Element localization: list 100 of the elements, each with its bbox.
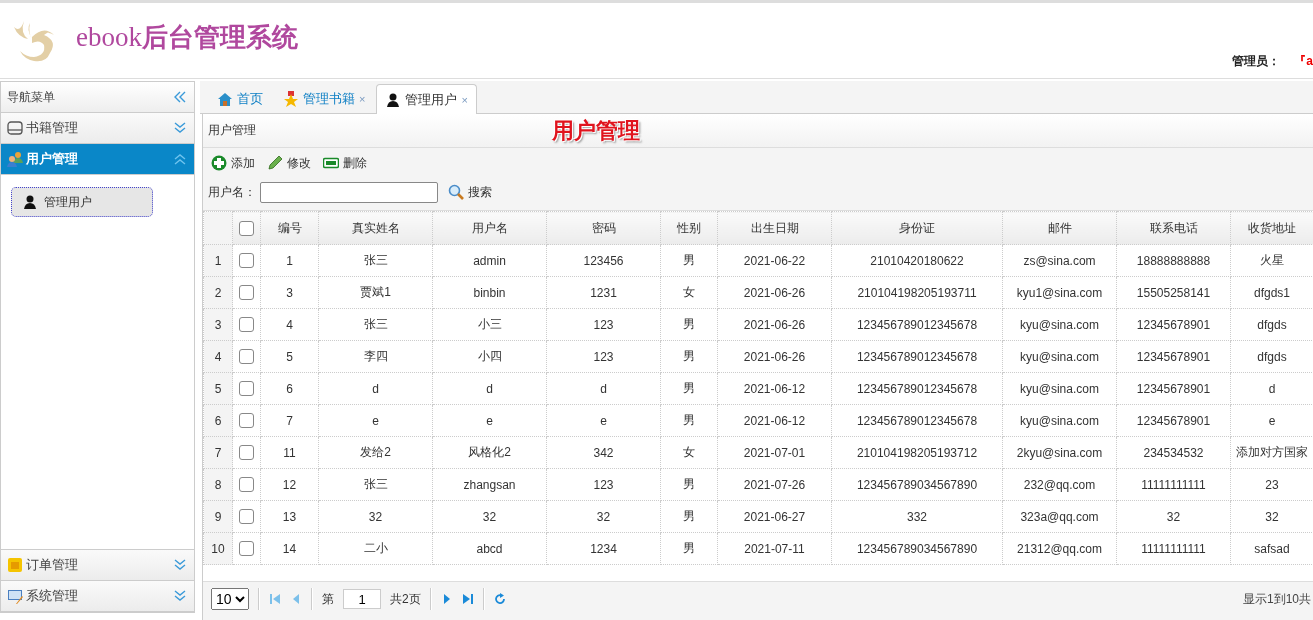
page-number-field[interactable]: 1: [343, 589, 381, 609]
checkbox[interactable]: [239, 541, 254, 557]
table-cell: 2021-06-26: [717, 276, 832, 309]
page-size-select[interactable]: 10: [211, 588, 249, 610]
toolbar-button[interactable]: 修改: [267, 154, 311, 172]
table-cell: 女: [660, 436, 718, 469]
checkbox[interactable]: [239, 381, 254, 397]
table-cell: 男: [660, 404, 718, 437]
pencil-icon: [267, 155, 283, 171]
column-header[interactable]: 性别: [660, 211, 718, 245]
table-cell: 21010420180622: [831, 244, 1003, 277]
table-cell: 32: [1116, 500, 1231, 533]
collapse-icon: [174, 91, 186, 103]
table-cell: 12: [260, 468, 319, 501]
table-cell: kyu1@sina.com: [1002, 276, 1117, 309]
page-info: 显示1到10共: [1242, 590, 1312, 608]
sidebar-item[interactable]: 管理用户: [11, 187, 153, 217]
table-cell: 张三: [318, 244, 433, 277]
table-cell: 2021-06-12: [717, 372, 832, 405]
table-cell: 二小: [318, 532, 433, 565]
tab[interactable]: 管理书籍 ×: [274, 84, 375, 113]
column-header[interactable]: 出生日期: [717, 211, 832, 245]
table-cell: 210104198205193712: [831, 436, 1003, 469]
row-number: 1: [203, 244, 233, 277]
first-page-icon: [269, 593, 281, 605]
column-header[interactable]: 真实姓名: [318, 211, 433, 245]
minus-icon: [323, 155, 339, 171]
tab[interactable]: 管理用户 ×: [376, 84, 477, 114]
checkbox[interactable]: [239, 317, 254, 333]
search-field[interactable]: [260, 181, 438, 203]
checkbox[interactable]: [239, 285, 254, 301]
checkbox[interactable]: [239, 349, 254, 365]
column-header[interactable]: 编号: [260, 211, 319, 245]
table-cell: 3: [260, 276, 319, 309]
table-cell: 5: [260, 340, 319, 373]
table-cell: 男: [660, 244, 718, 277]
row-number: 8: [203, 468, 233, 501]
checkbox[interactable]: [239, 477, 254, 493]
table-cell: binbin: [432, 276, 547, 309]
tab[interactable]: 首页: [208, 84, 272, 113]
add-icon: [211, 155, 227, 171]
user-icon: [22, 194, 38, 210]
table-cell: 发给2: [318, 436, 433, 469]
table-cell: 4: [260, 308, 319, 341]
table-cell: zhangsan: [432, 468, 547, 501]
drive-icon: [7, 120, 23, 136]
column-header[interactable]: 收货地址: [1230, 211, 1313, 245]
table-cell: 32: [432, 500, 547, 533]
table-cell: 342: [546, 436, 661, 469]
checkbox[interactable]: [239, 253, 254, 269]
refresh-icon: [493, 593, 506, 605]
table-cell: 12345678901: [1116, 340, 1231, 373]
row-number: 9: [203, 500, 233, 533]
page-label: 第: [322, 590, 334, 608]
table-cell: e: [432, 404, 547, 437]
last-page-icon: [461, 593, 474, 605]
table-cell: 男: [660, 532, 718, 565]
table-cell: 2021-07-11: [717, 532, 832, 565]
table-cell: 123456: [546, 244, 661, 277]
table-cell: 2021-07-26: [717, 468, 832, 501]
table-cell: 123456789034567890: [831, 532, 1003, 565]
search-icon: [448, 184, 464, 200]
sidebar-section[interactable]: 订单管理: [1, 550, 194, 581]
checkbox[interactable]: [239, 509, 254, 525]
table-cell: 男: [660, 468, 718, 501]
row-number: 3: [203, 308, 233, 341]
checkbox[interactable]: [239, 445, 254, 461]
sidebar-section[interactable]: 书籍管理: [1, 113, 194, 144]
column-header[interactable]: 用户名: [432, 211, 547, 245]
search-button[interactable]: 搜索: [448, 183, 492, 201]
table-cell: 232@qq.com: [1002, 468, 1117, 501]
table-cell: 2021-06-26: [717, 308, 832, 341]
table-cell: 2021-06-22: [717, 244, 832, 277]
sidebar-section[interactable]: 用户管理: [1, 144, 194, 175]
admin-label: 管理员：: [1232, 54, 1281, 68]
column-header[interactable]: 密码: [546, 211, 661, 245]
toolbar-button[interactable]: 删除: [323, 154, 367, 172]
table-cell: 11111111111: [1116, 468, 1231, 501]
search-label: 用户名：: [208, 183, 256, 201]
table-cell: kyu@sina.com: [1002, 372, 1117, 405]
table-cell: 男: [660, 340, 718, 373]
table-cell: 6: [260, 372, 319, 405]
column-header[interactable]: 邮件: [1002, 211, 1117, 245]
checkbox[interactable]: [239, 413, 254, 429]
column-header[interactable]: 联系电话: [1116, 211, 1231, 245]
column-header[interactable]: 身份证: [831, 211, 1003, 245]
table-cell: 11: [260, 436, 319, 469]
sidebar-section[interactable]: 系统管理: [1, 581, 194, 612]
table-cell: 123: [546, 468, 661, 501]
table-cell: 1: [260, 244, 319, 277]
table-cell: 男: [660, 500, 718, 533]
folder-icon: [7, 557, 23, 573]
table-cell: e: [318, 404, 433, 437]
page-heading: 用户管理: [552, 116, 640, 145]
table-cell: 123: [546, 340, 661, 373]
checkbox[interactable]: [239, 220, 254, 236]
row-number: 10: [203, 532, 233, 565]
toolbar-button[interactable]: 添加: [211, 154, 255, 172]
table-cell: 7: [260, 404, 319, 437]
table-cell: 15505258141: [1116, 276, 1231, 309]
